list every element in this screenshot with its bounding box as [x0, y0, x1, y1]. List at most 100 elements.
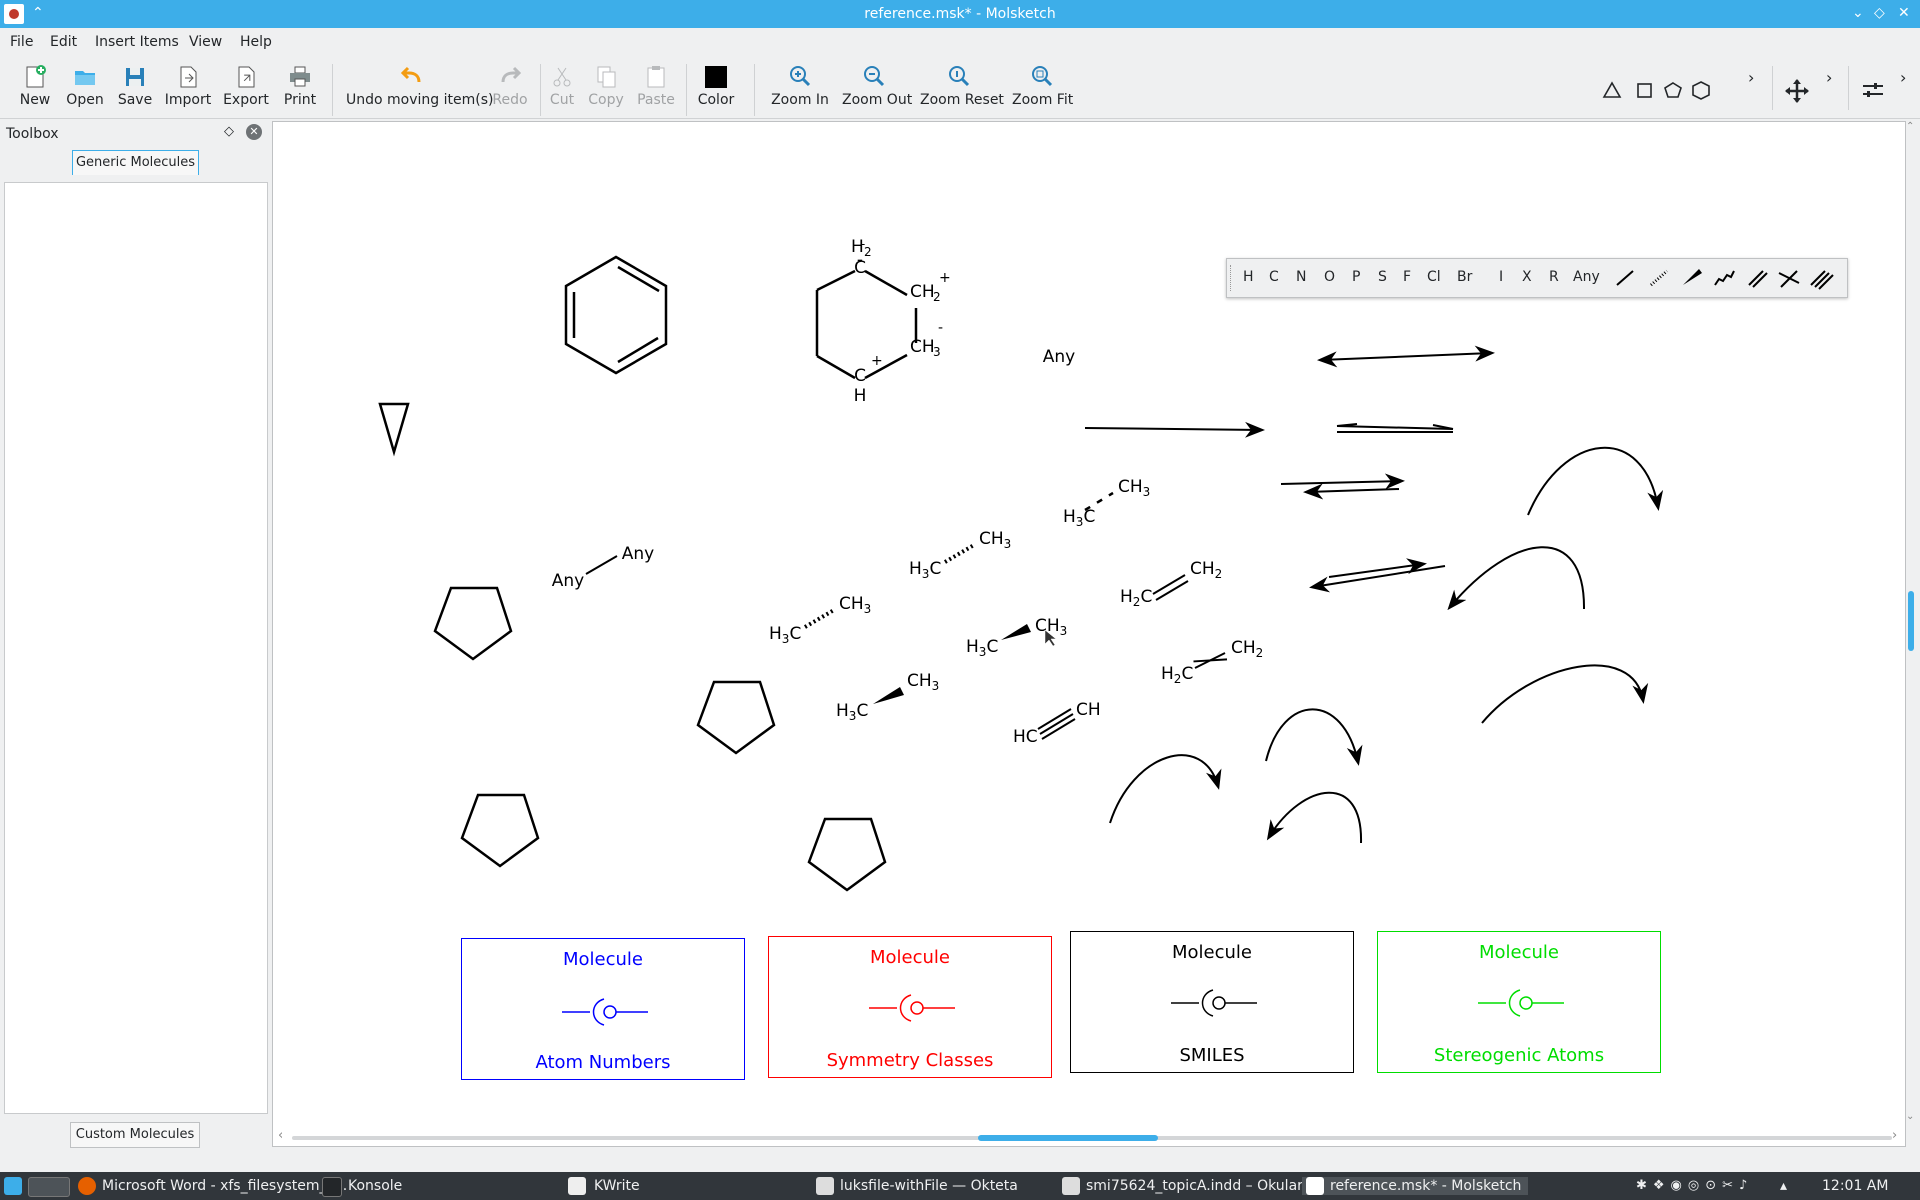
ethane-hashed[interactable]: H3C CH3	[909, 529, 1011, 581]
task-molsketch[interactable]: reference.msk* - Molsketch	[1330, 1178, 1521, 1194]
tab-custom-molecules[interactable]: Custom Molecules	[70, 1122, 200, 1148]
ethane-hashed[interactable]: H3C CH3	[769, 594, 871, 646]
maximize-icon[interactable]: ◇	[1874, 5, 1885, 21]
any-atom-label: Any	[622, 544, 654, 564]
vertical-scroll-thumb[interactable]	[1908, 591, 1914, 651]
charged-cyclohexane[interactable]: - - H 2 C CH 2 + - CH 3 + C H	[815, 237, 951, 406]
open-button[interactable]: Open	[64, 62, 106, 114]
zoom-reset-button[interactable]: Zoom Reset	[920, 62, 1004, 114]
task-kwrite[interactable]: KWrite	[594, 1178, 640, 1194]
task-word[interactable]: Microsoft Word - xfs_filesystem_s...	[102, 1178, 347, 1194]
square-ring-icon[interactable]	[1637, 83, 1652, 98]
clock[interactable]: 12:01 AM	[1822, 1178, 1888, 1194]
curved-arrow	[1447, 546, 1586, 611]
wedge-bond-icon[interactable]	[1683, 269, 1702, 285]
element-br[interactable]: Br	[1457, 269, 1472, 285]
save-icon	[126, 68, 144, 86]
wavy-bond-icon[interactable]	[1714, 270, 1735, 286]
horizontal-scrollbar[interactable]: ‹ ›	[272, 1128, 1904, 1144]
molecule-list[interactable]	[4, 182, 268, 1114]
smiles-box[interactable]: Molecule SMILES	[1070, 931, 1354, 1073]
float-dock-icon[interactable]: ◇	[224, 124, 234, 139]
acetylene-triple-bond[interactable]: HC CH	[1013, 700, 1101, 747]
zoom-in-button[interactable]: Zoom In	[770, 62, 830, 114]
copy-button[interactable]: Copy	[588, 62, 624, 114]
element-i[interactable]: I	[1499, 269, 1503, 285]
task-okteta[interactable]: luksfile-withFile — Okteta	[840, 1178, 1018, 1194]
cis-trans-bond-icon[interactable]	[1778, 270, 1800, 288]
element-h[interactable]: H	[1243, 269, 1254, 285]
menu-insert-items[interactable]: Insert Items	[95, 34, 179, 50]
molecule-placeholder-icon	[869, 994, 955, 1022]
redo-button[interactable]: Redo	[490, 62, 530, 114]
element-r[interactable]: R	[1549, 269, 1559, 285]
element-s[interactable]: S	[1378, 269, 1387, 285]
stereogenic-atoms-box[interactable]: Molecule Stereogenic Atoms	[1377, 931, 1661, 1073]
close-window-icon[interactable]: ✕	[1898, 5, 1910, 21]
konsole-icon	[322, 1177, 342, 1197]
menu-help[interactable]: Help	[240, 34, 272, 50]
any-any-bond[interactable]: Any Any	[552, 544, 654, 591]
vertical-scrollbar[interactable]: ⌃ ⌄	[1904, 121, 1918, 1131]
pentagon-ring-icon[interactable]	[1664, 82, 1682, 98]
element-f[interactable]: F	[1403, 269, 1411, 285]
hash-bond-icon[interactable]	[1650, 269, 1668, 287]
any-atom-label[interactable]: Any	[1043, 347, 1075, 367]
element-p[interactable]: P	[1352, 269, 1360, 285]
benzene-ring[interactable]	[564, 255, 668, 375]
cyclopentane-ring[interactable]	[696, 680, 776, 755]
system-tray-icons[interactable]: ✱❖◉◎⊙✂♪	[1636, 1178, 1753, 1193]
print-button[interactable]: Print	[280, 62, 320, 114]
menu-view[interactable]: View	[189, 34, 222, 50]
horizontal-scroll-thumb[interactable]	[978, 1135, 1158, 1141]
zoom-fit-button[interactable]: Zoom Fit	[1012, 62, 1073, 114]
settings-sliders-icon[interactable]	[1862, 80, 1884, 100]
element-o[interactable]: O	[1324, 269, 1335, 285]
move-icon[interactable]	[1784, 78, 1810, 104]
tray-expand-icon[interactable]: ▴	[1780, 1178, 1787, 1194]
cyclopentane-ring[interactable]	[433, 586, 513, 661]
element-c[interactable]: C	[1269, 269, 1279, 285]
cut-button[interactable]: Cut	[548, 62, 576, 114]
ethene-crossed-bond[interactable]: H2C CH2	[1161, 638, 1263, 686]
menu-file[interactable]: File	[10, 34, 33, 50]
color-button[interactable]: Color	[694, 62, 738, 114]
task-konsole[interactable]: Konsole	[348, 1178, 402, 1194]
undo-button[interactable]: Undo moving item(s)	[346, 62, 493, 114]
element-any[interactable]: Any	[1573, 269, 1600, 285]
hexagon-ring-icon[interactable]	[1692, 81, 1710, 100]
ethane-dashed[interactable]: H3C CH3	[1063, 477, 1150, 529]
export-button[interactable]: Export	[222, 62, 270, 114]
atom-numbers-box[interactable]: Molecule Atom Numbers	[461, 938, 745, 1080]
double-bond-icon[interactable]	[1748, 270, 1768, 288]
more-rings-chevron-icon[interactable]: ›	[1748, 68, 1754, 87]
element-cl[interactable]: Cl	[1427, 269, 1441, 285]
tab-generic-molecules[interactable]: Generic Molecules	[72, 150, 199, 175]
single-bond-icon[interactable]	[1616, 270, 1634, 286]
cyclopentane-ring[interactable]	[807, 817, 887, 892]
reaction-arrows[interactable]	[1084, 345, 1664, 844]
element-x[interactable]: X	[1522, 269, 1532, 285]
element-n[interactable]: N	[1296, 269, 1306, 285]
task-okular[interactable]: smi75624_topicA.indd – Okular	[1086, 1178, 1303, 1194]
symmetry-classes-box[interactable]: Molecule Symmetry Classes	[768, 936, 1052, 1078]
import-button[interactable]: Import	[164, 62, 212, 114]
cyclopentane-ring[interactable]	[460, 793, 540, 868]
minimize-icon[interactable]: ⌄	[1852, 5, 1864, 21]
paste-button[interactable]: Paste	[636, 62, 676, 114]
atom-c-top-label: C	[854, 258, 866, 278]
triangle-ring-icon[interactable]	[1602, 81, 1622, 98]
close-dock-icon[interactable]: ✕	[246, 124, 262, 140]
zoom-out-button[interactable]: Zoom Out	[842, 62, 912, 114]
menu-edit[interactable]: Edit	[50, 34, 77, 50]
kde-launcher-icon[interactable]	[4, 1177, 22, 1195]
desktop-pager-icon[interactable]	[28, 1177, 70, 1197]
cyclopropane-ring[interactable]	[378, 402, 410, 457]
more-settings-chevron-icon[interactable]: ›	[1900, 68, 1906, 87]
save-button[interactable]: Save	[116, 62, 154, 114]
ethene-double-bond[interactable]: H2C CH2	[1120, 559, 1222, 609]
more-tools-chevron-icon[interactable]: ›	[1826, 68, 1832, 87]
triple-bond-icon[interactable]	[1810, 270, 1834, 290]
ethane-wedge[interactable]: H3C CH3	[836, 671, 939, 723]
new-button[interactable]: New	[16, 62, 54, 114]
